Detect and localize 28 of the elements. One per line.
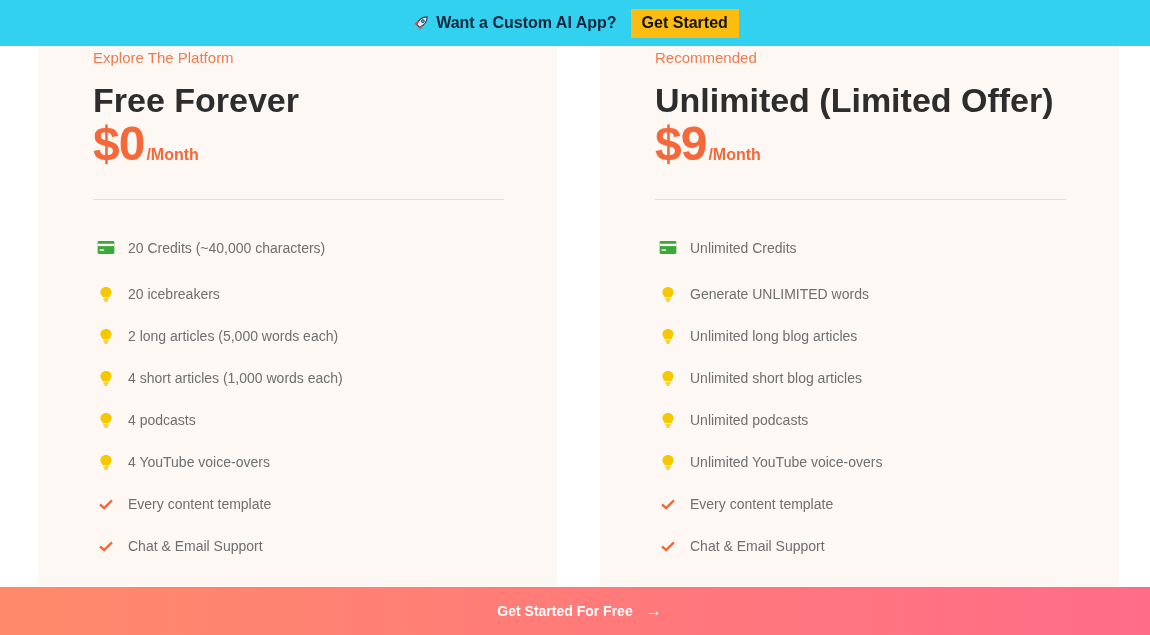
feature-text: Every content template: [690, 496, 834, 512]
feature-text: 4 podcasts: [128, 412, 196, 428]
check-icon: [96, 540, 116, 552]
feature-text: Unlimited long blog articles: [690, 328, 858, 344]
feature-text: Unlimited podcasts: [690, 412, 809, 428]
feature-text: Unlimited YouTube voice-overs: [690, 454, 883, 470]
credit-card-icon: [96, 241, 116, 254]
feature-text: Chat & Email Support: [690, 538, 825, 554]
feature-text: 2 long articles (5,000 words each): [128, 328, 339, 344]
banner-text: Want a Custom AI App?: [436, 14, 617, 32]
plan-eyebrow: Explore The Platform: [93, 49, 235, 68]
feature-text: 4 YouTube voice-overs: [128, 454, 270, 470]
feature-text: Generate UNLIMITED words: [690, 286, 869, 302]
feature-text: Chat & Email Support: [128, 538, 263, 554]
credit-card-icon: [658, 241, 678, 254]
feature-text: Every content template: [128, 496, 272, 512]
feature-text: Unlimited Credits: [690, 239, 797, 256]
check-icon: [658, 498, 678, 510]
check-icon: [658, 540, 678, 552]
feature-text: 4 short articles (1,000 words each): [128, 370, 343, 386]
feature-text: Unlimited short blog articles: [690, 370, 862, 386]
feature-text: 20 icebreakers: [128, 286, 220, 302]
get-started-button[interactable]: Get Started: [630, 8, 739, 38]
feature-text: 20 Credits (~40,000 characters): [128, 239, 326, 256]
price-period: /Month: [708, 146, 761, 164]
plan-eyebrow: Recommended: [655, 49, 758, 68]
price-period: /Month: [146, 146, 199, 164]
check-icon: [96, 498, 116, 510]
